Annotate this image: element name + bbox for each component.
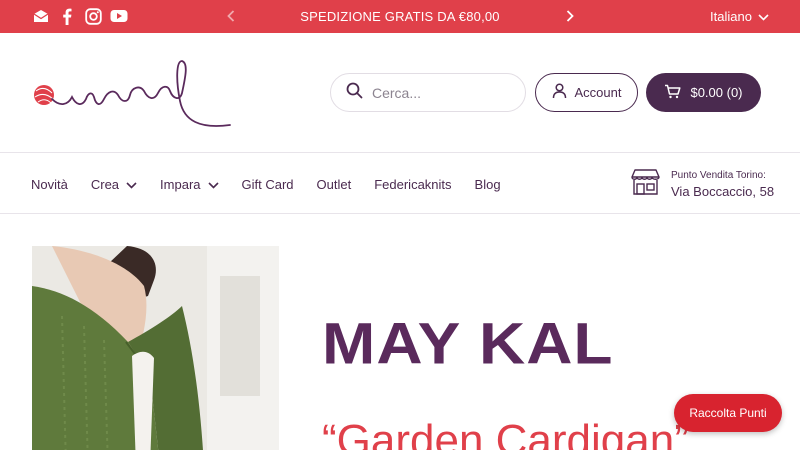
- nav-item-federicaknits[interactable]: Federicaknits: [374, 177, 451, 192]
- cart-icon: [664, 84, 682, 102]
- search-bar[interactable]: [330, 73, 526, 112]
- youtube-icon[interactable]: [110, 7, 128, 25]
- nav-item-label: Novità: [31, 177, 68, 192]
- nav-item-label: Gift Card: [241, 177, 294, 192]
- social-links: [32, 7, 128, 25]
- language-selector[interactable]: Italiano: [710, 9, 769, 24]
- chevron-left-icon[interactable]: [222, 7, 240, 25]
- language-label: Italiano: [710, 9, 752, 24]
- hero-subtitle: “Garden Cardigan”: [322, 416, 689, 450]
- search-icon[interactable]: [346, 82, 363, 104]
- account-button[interactable]: Account: [535, 73, 638, 112]
- store-address[interactable]: Via Boccaccio, 58: [671, 184, 774, 199]
- nav-item-blog[interactable]: Blog: [475, 177, 501, 192]
- chevron-down-icon: [207, 177, 219, 192]
- nav-item-gift-card[interactable]: Gift Card: [242, 177, 294, 192]
- email-icon[interactable]: [32, 7, 50, 25]
- site-header: Account $0.00 (0): [0, 33, 800, 153]
- nav-item-label: Outlet: [316, 177, 352, 192]
- store-caption: Punto Vendita Torino:: [671, 170, 766, 181]
- hero-title: MAY KAL: [322, 309, 614, 377]
- chevron-down-icon: [126, 177, 137, 192]
- nav-item-novita[interactable]: Novità: [31, 177, 68, 192]
- cart-button[interactable]: $0.00 (0): [646, 73, 761, 112]
- facebook-icon[interactable]: [58, 7, 76, 25]
- search-input[interactable]: [372, 84, 512, 101]
- shipping-promo-text: SPEDIZIONE GRATIS DA €80,00: [300, 9, 500, 24]
- store-icon: [630, 168, 661, 201]
- nav-item-label: Federicaknits: [374, 177, 452, 192]
- nav-item-label: Crea: [90, 177, 120, 192]
- instagram-icon[interactable]: [84, 7, 102, 25]
- nav-item-label: Blog: [474, 177, 501, 192]
- rewards-button[interactable]: Raccolta Punti: [674, 394, 782, 432]
- nav-item-outlet[interactable]: Outlet: [317, 177, 352, 192]
- nav-item-crea[interactable]: Crea: [91, 177, 137, 192]
- account-label: Account: [574, 85, 622, 100]
- cardigan-photo: [32, 246, 279, 450]
- nav-item-impara[interactable]: Impara: [160, 177, 219, 192]
- main-navigation: Novità Crea Impara Gift Card Outlet Fede…: [0, 154, 800, 214]
- cart-total: $0.00 (0): [690, 85, 743, 100]
- nav-item-label: Impara: [160, 177, 201, 192]
- chevron-down-icon: [758, 9, 769, 24]
- chevron-right-icon[interactable]: [561, 7, 579, 25]
- wool-crossing-logo[interactable]: [30, 55, 240, 135]
- store-location[interactable]: Punto Vendita Torino: Via Boccaccio, 58: [630, 168, 774, 201]
- announcement-bar: SPEDIZIONE GRATIS DA €80,00 Italiano: [0, 0, 800, 33]
- user-icon: [552, 83, 567, 102]
- hero-banner[interactable]: MAY KAL “Garden Cardigan”: [32, 246, 770, 450]
